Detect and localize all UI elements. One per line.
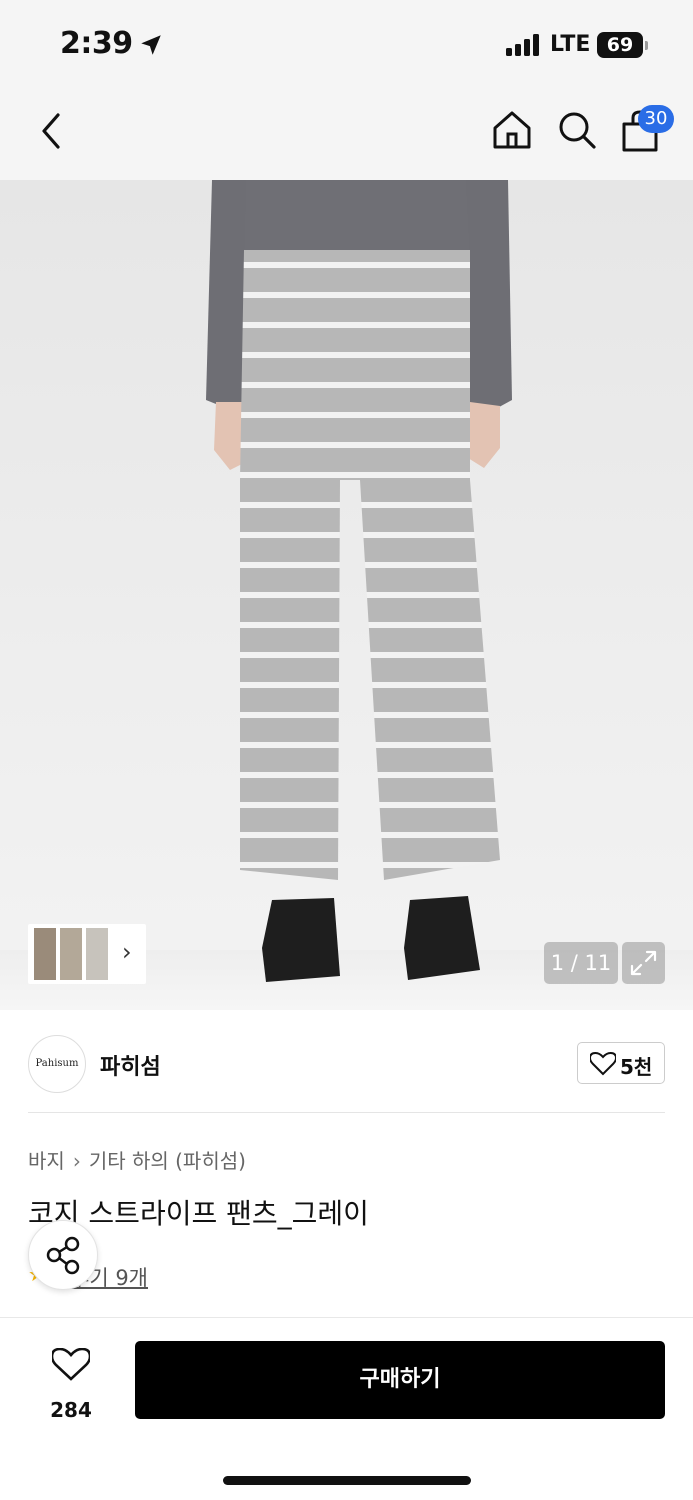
cart-count-badge: 30 [638,105,674,133]
chevron-right-icon: › [122,938,132,966]
thumbnail-strip[interactable]: › [28,924,146,984]
home-indicator [223,1476,471,1485]
expand-icon [630,950,657,976]
breadcrumb-category[interactable]: 바지 [28,1149,65,1173]
battery-level: 69 [606,34,634,56]
status-time: 2:39 [60,26,133,61]
battery-tip [645,41,648,50]
divider [28,1112,665,1113]
thumbnail-1[interactable] [34,928,56,980]
chevron-right-icon: › [72,1149,81,1173]
brand-like-count: 5천 [620,1055,653,1079]
breadcrumb: 바지 › 기타 하의 (파히섬) [28,1145,246,1174]
brand-name[interactable]: 파히섬 [100,1049,161,1081]
search-button[interactable] [555,108,599,152]
brand-logo[interactable]: Pahisum [28,1035,86,1093]
product-photo [206,180,512,982]
nav-bar [0,92,693,180]
buy-button[interactable]: 구매하기 [135,1341,665,1419]
expand-image-button[interactable] [622,942,665,984]
product-image[interactable]: › 1 / 11 [0,180,693,1010]
thumbnail-2[interactable] [60,928,82,980]
thumbnail-3[interactable] [86,928,108,980]
breadcrumb-subcategory[interactable]: 기타 하의 (파히섬) [89,1149,246,1173]
share-button[interactable] [28,1220,98,1290]
network-type: LTE [550,32,591,57]
brand-row[interactable]: Pahisum 파히섬 5천 [0,1012,693,1112]
home-button[interactable] [490,108,534,152]
location-arrow-icon [141,35,161,55]
brand-like-button[interactable]: 5천 [577,1042,665,1084]
share-icon [46,1236,80,1275]
wishlist-button[interactable]: 284 [30,1342,112,1432]
battery-icon: 69 [597,32,643,58]
back-button[interactable] [34,110,68,152]
bottom-action-bar: 284 구매하기 [0,1317,693,1500]
cellular-signal-icon [506,34,539,56]
heart-icon [590,1052,616,1076]
heart-icon [52,1348,90,1381]
image-page-counter: 1 / 11 [544,942,618,984]
status-bar: 2:39 LTE 69 [0,0,693,92]
wishlist-count: 284 [50,1398,92,1422]
